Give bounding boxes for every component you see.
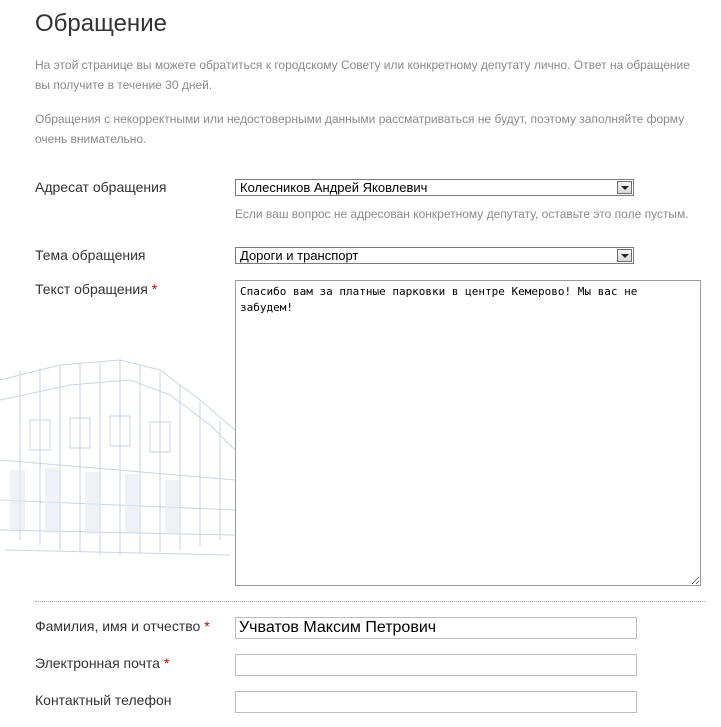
phone-input[interactable] xyxy=(235,691,637,713)
chevron-down-icon[interactable] xyxy=(617,249,632,262)
message-textarea[interactable]: Спасибо вам за платные парковки в центре… xyxy=(235,280,701,586)
addressee-label: Адресат обращения xyxy=(35,179,167,195)
email-input[interactable] xyxy=(235,654,637,676)
chevron-down-icon[interactable] xyxy=(617,181,632,194)
topic-select[interactable]: Дороги и транспорт xyxy=(235,247,634,264)
message-label: Текст обращения * xyxy=(35,281,158,297)
addressee-select[interactable]: Колесников Андрей Яковлевич xyxy=(235,179,634,196)
addressee-selected-value: Колесников Андрей Яковлевич xyxy=(240,180,428,195)
topic-selected-value: Дороги и транспорт xyxy=(240,248,359,263)
topic-label: Тема обращения xyxy=(35,247,146,263)
section-divider xyxy=(35,601,705,602)
intro-text: На этой странице вы можете обратиться к … xyxy=(35,58,690,92)
phone-label: Контактный телефон xyxy=(35,692,172,708)
addressee-hint: Если ваш вопрос не адресован конкретному… xyxy=(235,207,689,221)
email-label: Электронная почта * xyxy=(35,655,170,671)
full-name-input[interactable] xyxy=(235,617,637,639)
warning-text: Обращения с некорректными или недостовер… xyxy=(35,112,685,146)
building-background-illustration xyxy=(0,359,235,556)
full-name-label: Фамилия, имя и отчество * xyxy=(35,618,210,634)
required-marker: * xyxy=(163,655,170,671)
page-title: Обращение xyxy=(35,10,167,37)
required-marker: * xyxy=(151,281,158,297)
required-marker: * xyxy=(204,618,210,634)
